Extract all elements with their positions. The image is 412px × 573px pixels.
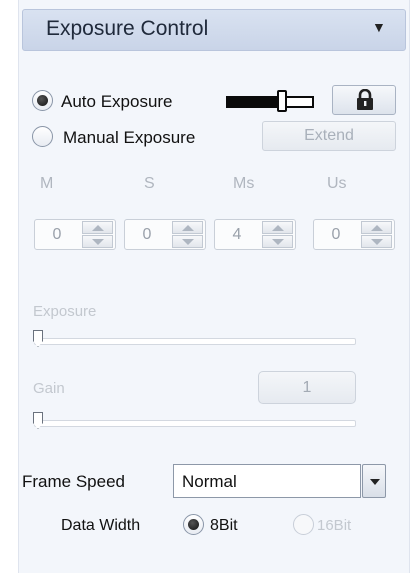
lock-button[interactable]: [332, 85, 396, 115]
seconds-down-arrow-icon[interactable]: [172, 235, 203, 248]
exposure-slider-label: Exposure: [33, 303, 97, 320]
extend-button[interactable]: Extend: [262, 121, 396, 151]
minutes-spinner[interactable]: 0: [34, 219, 116, 250]
manual-exposure-label: Manual Exposure: [63, 128, 196, 147]
data-width-16bit-label: 16Bit: [317, 517, 352, 534]
frame-speed-dropdown-arrow-icon[interactable]: [362, 464, 386, 498]
gain-value-box[interactable]: 1: [258, 371, 356, 404]
auto-exposure-label: Auto Exposure: [61, 92, 173, 111]
microseconds-spinner[interactable]: 0: [313, 219, 395, 250]
seconds-up-arrow-icon[interactable]: [172, 221, 203, 234]
data-width-8bit-label: 8Bit: [210, 517, 238, 534]
exposure-slider-track[interactable]: [34, 338, 356, 345]
milliseconds-down-arrow-icon[interactable]: [262, 235, 293, 248]
panel-title: Exposure Control: [46, 17, 209, 40]
frame-speed-value: Normal: [182, 472, 237, 491]
data-width-8bit-radio[interactable]: [183, 514, 204, 535]
exposure-level-icon: [226, 90, 316, 112]
milliseconds-up-arrow-icon[interactable]: [262, 221, 293, 234]
collapse-arrow-icon[interactable]: ▼: [372, 19, 386, 35]
milliseconds-label: Ms: [233, 175, 255, 192]
microseconds-down-arrow-icon[interactable]: [361, 235, 392, 248]
microseconds-label: Us: [327, 175, 347, 192]
gain-value: 1: [302, 379, 312, 396]
data-width-16bit-radio[interactable]: [293, 514, 314, 535]
minutes-label: M: [40, 175, 54, 192]
microseconds-up-arrow-icon[interactable]: [361, 221, 392, 234]
milliseconds-value: 4: [232, 226, 242, 243]
manual-exposure-radio[interactable]: [32, 126, 53, 147]
milliseconds-spinner[interactable]: 4: [214, 219, 296, 250]
minutes-value: 0: [52, 226, 62, 243]
minutes-down-arrow-icon[interactable]: [82, 235, 113, 248]
seconds-spinner[interactable]: 0: [124, 219, 206, 250]
gain-label: Gain: [33, 380, 65, 397]
seconds-label: S: [144, 175, 155, 192]
seconds-value: 0: [142, 226, 152, 243]
microseconds-value: 0: [331, 226, 341, 243]
minutes-up-arrow-icon[interactable]: [82, 221, 113, 234]
data-width-label: Data Width: [61, 517, 141, 534]
gain-slider-track[interactable]: [34, 420, 356, 427]
extend-button-label: Extend: [304, 127, 354, 144]
auto-exposure-radio[interactable]: [32, 90, 53, 111]
lock-icon: [357, 89, 373, 110]
frame-speed-label: Frame Speed: [22, 472, 125, 491]
